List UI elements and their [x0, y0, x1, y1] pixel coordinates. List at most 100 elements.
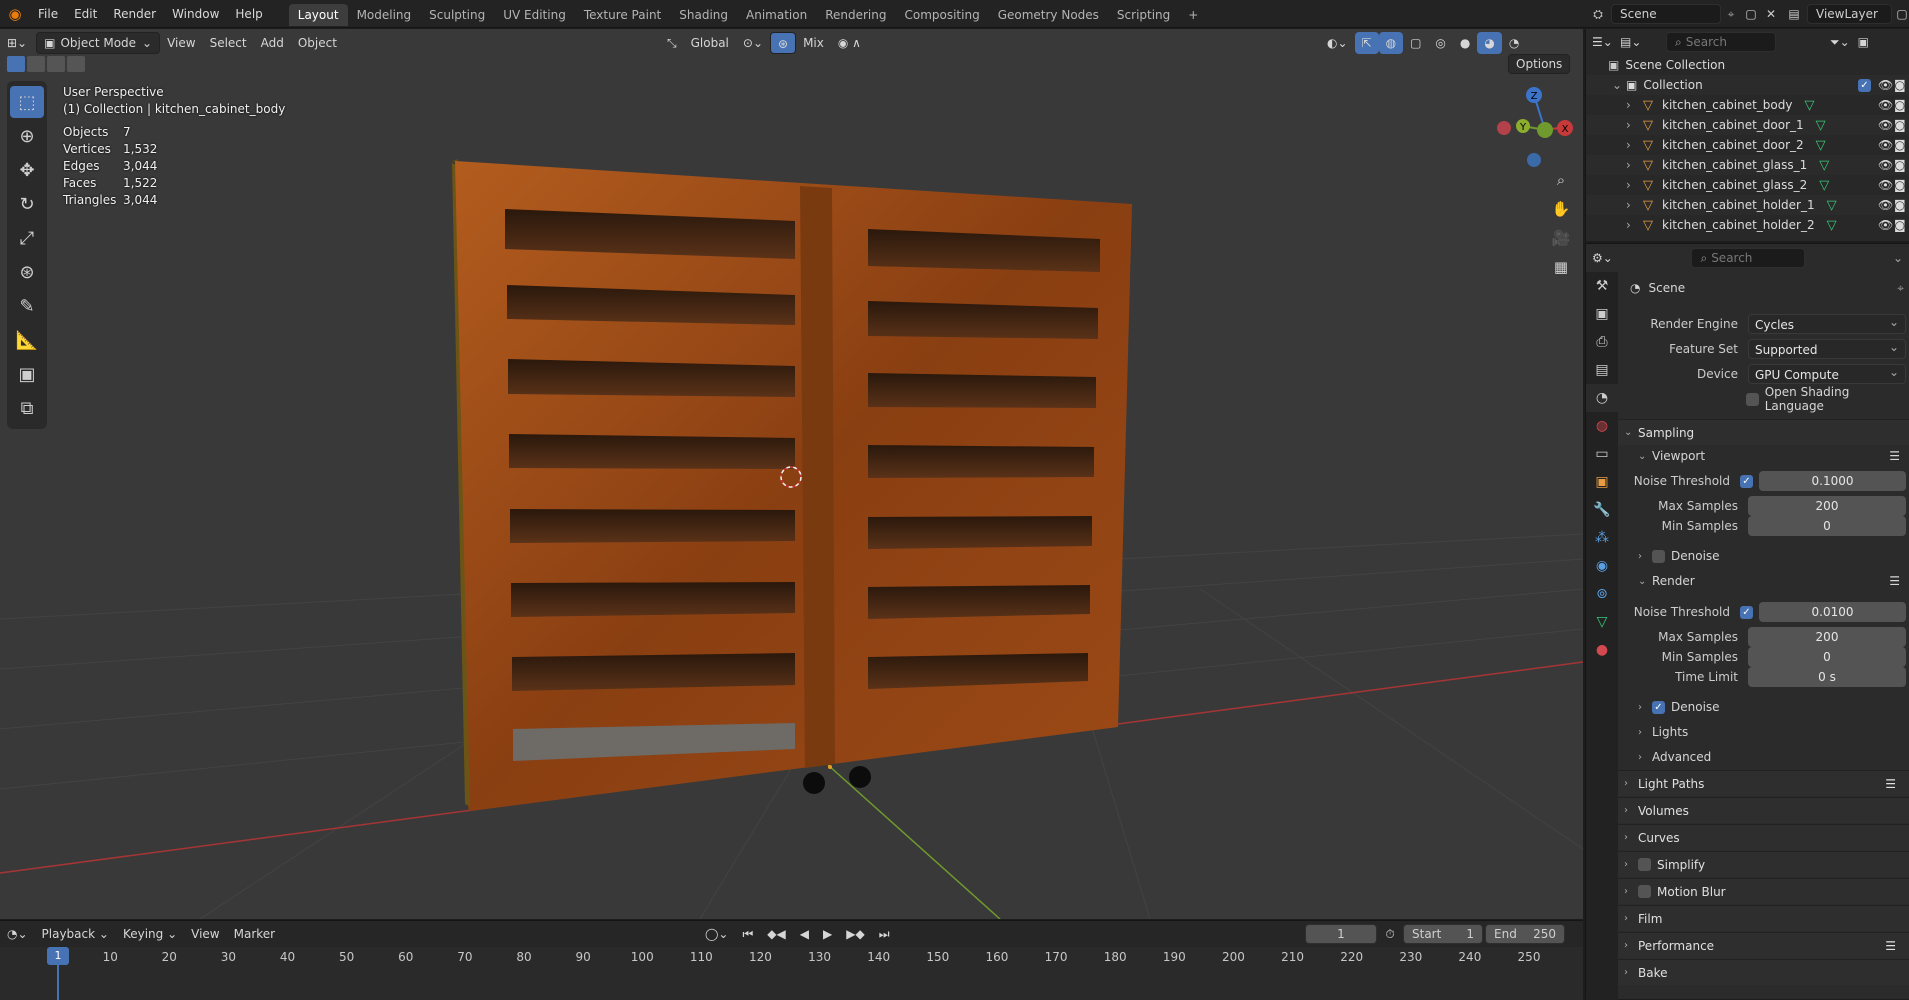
orientation-icon[interactable]: ⤡ [660, 32, 684, 54]
start-frame-field[interactable]: Start 1 [1403, 924, 1483, 944]
ortho-grid-icon[interactable]: ▦ [1548, 254, 1574, 280]
device-dropdown[interactable]: GPU Compute [1748, 362, 1906, 384]
scene-collection-row[interactable]: ▣ Scene Collection [1586, 55, 1909, 75]
rendered-shading-icon[interactable]: ◔ [1502, 32, 1526, 54]
view-layer-selector[interactable]: ViewLayer [1807, 4, 1892, 24]
menu-render[interactable]: Render [105, 0, 164, 28]
menu-window[interactable]: Window [164, 0, 227, 28]
new-scene-icon[interactable]: ▢ [1741, 7, 1761, 21]
render-engine-dropdown[interactable]: Cycles [1748, 312, 1906, 334]
mesh-data-icon[interactable]: ▽ [1804, 98, 1814, 113]
chevron-down-icon[interactable]: ⌄ [1612, 78, 1626, 92]
panel-volumes[interactable]: › Volumes [1618, 797, 1909, 823]
menu-marker[interactable]: Marker [227, 923, 282, 945]
list-icon[interactable]: ☰ [1889, 449, 1900, 463]
select-subtract-icon[interactable] [47, 56, 65, 72]
next-keyframe-icon[interactable]: ▶◆ [839, 923, 871, 945]
tab-rendering[interactable]: Rendering [816, 4, 895, 26]
chevron-right-icon[interactable]: › [1626, 118, 1640, 132]
delete-scene-icon[interactable]: ✕ [1761, 7, 1781, 21]
outliner-editor-icon[interactable]: ☰⌄ [1592, 35, 1620, 49]
timeline-frames[interactable]: 1102030405060708090100110120130140150160… [0, 947, 1583, 1000]
eye-icon[interactable]: 👁 [1878, 138, 1893, 152]
menu-edit[interactable]: Edit [66, 0, 105, 28]
visibility-icon[interactable]: ◐⌄ [1320, 32, 1355, 54]
measure-tool-icon[interactable]: 📐 [10, 324, 44, 356]
material-tab-icon[interactable]: ● [1586, 636, 1618, 664]
select-box-icon[interactable]: ⬚ [10, 86, 44, 118]
menu-help[interactable]: Help [227, 0, 270, 28]
advanced-subpanel[interactable]: › Advanced [1618, 745, 1909, 769]
add-cube-tool-icon[interactable]: ▣ [10, 358, 44, 390]
camera-icon[interactable]: ◙ [1894, 198, 1906, 212]
menu-view-timeline[interactable]: View [184, 923, 226, 945]
collection-checkbox[interactable]: ✓ [1858, 78, 1871, 92]
output-tab-icon[interactable]: ⎙ [1586, 328, 1618, 356]
mesh-data-icon[interactable]: ▽ [1816, 118, 1826, 133]
camera-icon[interactable]: ◙ [1894, 158, 1906, 172]
tab-sculpting[interactable]: Sculpting [420, 4, 494, 26]
tab-modeling[interactable]: Modeling [348, 4, 421, 26]
scale-tool-icon[interactable]: ⤢ [10, 222, 44, 254]
menu-keying[interactable]: Keying ⌄ [116, 923, 184, 945]
jump-start-icon[interactable]: ⏮ [735, 923, 760, 945]
display-mode-icon[interactable]: ▤⌄ [1620, 35, 1650, 49]
jump-end-icon[interactable]: ⏭ [872, 923, 897, 945]
scene-selector[interactable]: Scene [1611, 4, 1721, 24]
mesh-data-icon[interactable]: ▽ [1819, 158, 1829, 173]
viewport-noise-checkbox[interactable]: ✓ [1740, 474, 1753, 488]
move-tool-icon[interactable]: ✥ [10, 154, 44, 186]
list-icon[interactable]: ☰ [1885, 939, 1896, 953]
stopwatch-icon[interactable]: ⏱ [1377, 927, 1403, 942]
play-icon[interactable]: ▶ [816, 923, 839, 945]
annotate-tool-icon[interactable]: ✎ [10, 290, 44, 322]
chevron-right-icon[interactable]: › [1626, 138, 1640, 152]
tab-uv-editing[interactable]: UV Editing [494, 4, 575, 26]
filter-icon[interactable]: ⏷⌄ [1830, 35, 1850, 50]
chevron-right-icon[interactable]: › [1626, 178, 1640, 192]
xray-icon[interactable]: ▢ [1403, 32, 1428, 54]
scene-icon[interactable]: ⛭ [1585, 7, 1611, 22]
current-frame-field[interactable]: 1 [1305, 924, 1377, 944]
overlay-toggle-icon[interactable]: ◍ [1378, 32, 1404, 54]
render-noise-checkbox[interactable]: ✓ [1740, 605, 1753, 619]
menu-playback[interactable]: Playback ⌄ [35, 923, 116, 945]
solid-shading-icon[interactable]: ● [1453, 32, 1477, 54]
play-reverse-icon[interactable]: ◀ [793, 923, 816, 945]
camera-icon[interactable]: ◙ [1894, 98, 1906, 112]
panel-performance[interactable]: › Performance ☰ [1618, 932, 1909, 958]
panel-checkbox[interactable] [1638, 858, 1651, 871]
eye-icon[interactable]: 👁 [1878, 78, 1893, 92]
select-intersect-icon[interactable] [67, 56, 85, 72]
proportional-edit-icon[interactable]: ◉ ∧ [831, 32, 868, 54]
camera-icon[interactable]: ◙ [1894, 138, 1906, 152]
panel-checkbox[interactable] [1638, 885, 1651, 898]
panel-light-paths[interactable]: › Light Paths ☰ [1618, 770, 1909, 796]
timeline-editor-icon[interactable]: ◔⌄ [0, 923, 35, 945]
chevron-down-icon[interactable]: ⌄ [1893, 251, 1903, 265]
options-button[interactable]: Options [1508, 54, 1571, 74]
viewport-min-field[interactable]: 0 [1748, 516, 1906, 536]
eye-icon[interactable]: 👁 [1878, 198, 1893, 212]
viewport-denoise-row[interactable]: › Denoise [1618, 544, 1909, 568]
viewport-denoise-checkbox[interactable] [1652, 549, 1665, 563]
menu-object[interactable]: Object [291, 32, 344, 54]
chevron-right-icon[interactable]: › [1626, 158, 1640, 172]
3d-viewport[interactable]: Z X Y ⊞⌄ ▣ Object Mode ⌄ View Select Add… [0, 29, 1583, 919]
menu-view[interactable]: View [160, 32, 202, 54]
chevron-right-icon[interactable]: › [1626, 98, 1640, 112]
sampling-panel-header[interactable]: ⌄ Sampling [1618, 419, 1909, 445]
eye-icon[interactable]: 👁 [1878, 178, 1893, 192]
eye-icon[interactable]: 👁 [1878, 118, 1893, 132]
material-shading-icon[interactable]: ◕ [1477, 32, 1502, 54]
playhead[interactable]: 1 [47, 947, 69, 965]
render-noise-field[interactable]: 0.0100 [1759, 602, 1906, 622]
pan-hand-icon[interactable]: ✋ [1548, 196, 1574, 222]
tab-texture-paint[interactable]: Texture Paint [575, 4, 670, 26]
orientation-selector[interactable]: Global [684, 32, 736, 54]
list-icon[interactable]: ☰ [1885, 777, 1896, 791]
tab-geometry-nodes[interactable]: Geometry Nodes [989, 4, 1108, 26]
mesh-data-icon[interactable]: ▽ [1827, 218, 1837, 233]
outliner-object-row[interactable]: › ▽ kitchen_cabinet_door_2 ▽ 👁 ◙ [1586, 135, 1909, 155]
collection-tab-icon[interactable]: ▭ [1586, 440, 1618, 468]
